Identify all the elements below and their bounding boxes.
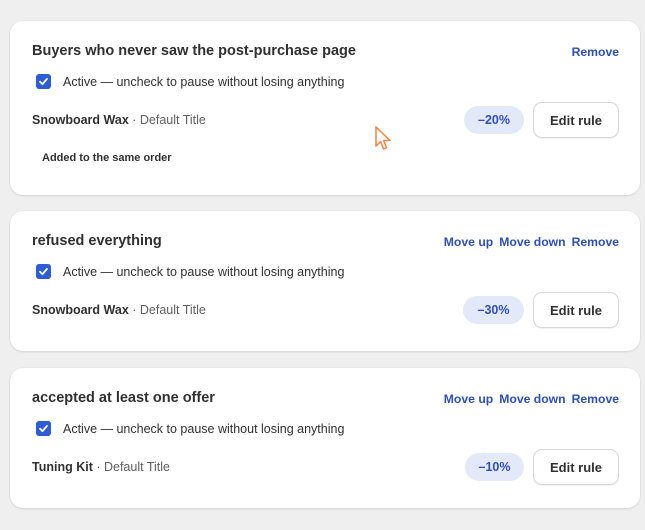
rule-card: refused everything Move up Move down Rem…: [10, 211, 640, 351]
active-checkbox[interactable]: [36, 264, 51, 279]
rule-actions: Move up Move down Remove: [444, 235, 619, 249]
product-info: Tuning Kit · Default Title: [32, 460, 170, 474]
active-toggle-row[interactable]: Active — uncheck to pause without losing…: [36, 421, 344, 436]
active-label: Active — uncheck to pause without losing…: [63, 421, 345, 436]
checkmark-icon: [39, 425, 48, 433]
product-name: Snowboard Wax: [32, 303, 129, 317]
discount-badge: –10%: [465, 453, 524, 481]
move-up-button[interactable]: Move up: [444, 235, 493, 249]
mouse-pointer-icon: [374, 126, 394, 157]
edit-rule-button[interactable]: Edit rule: [533, 449, 619, 485]
product-variant: Default Title: [103, 460, 170, 474]
product-name: Snowboard Wax: [32, 113, 129, 127]
discount-badge: –30%: [463, 296, 524, 324]
remove-button[interactable]: Remove: [572, 392, 619, 406]
added-to-order-note: Added to the same order: [42, 152, 172, 164]
active-toggle-row[interactable]: Active — uncheck to pause without losing…: [36, 264, 344, 279]
rule-title: accepted at least one offer: [32, 390, 215, 406]
product-separator: ·: [92, 460, 104, 474]
move-up-button[interactable]: Move up: [444, 392, 493, 406]
edit-rule-button[interactable]: Edit rule: [533, 102, 619, 138]
edit-rule-button[interactable]: Edit rule: [533, 292, 619, 328]
active-label: Active — uncheck to pause without losing…: [63, 74, 345, 89]
discount-badge: –20%: [464, 106, 524, 134]
rule-card: accepted at least one offer Move up Move…: [10, 368, 640, 508]
product-info: Snowboard Wax · Default Title: [32, 113, 206, 127]
move-down-button[interactable]: Move down: [499, 235, 565, 249]
active-checkbox[interactable]: [36, 421, 51, 436]
active-label: Active — uncheck to pause without losing…: [63, 264, 345, 279]
move-down-button[interactable]: Move down: [499, 392, 565, 406]
checkmark-icon: [39, 78, 48, 86]
rule-actions: Remove: [572, 45, 619, 59]
product-variant: Default Title: [139, 303, 206, 317]
product-info: Snowboard Wax · Default Title: [32, 303, 206, 317]
rule-actions: Move up Move down Remove: [444, 392, 619, 406]
active-checkbox[interactable]: [36, 74, 51, 89]
rule-title: refused everything: [32, 233, 162, 249]
product-separator: ·: [128, 113, 140, 127]
product-separator: ·: [128, 303, 140, 317]
remove-button[interactable]: Remove: [572, 45, 619, 59]
rule-card: Buyers who never saw the post-purchase p…: [10, 21, 640, 195]
active-toggle-row[interactable]: Active — uncheck to pause without losing…: [36, 74, 344, 89]
checkmark-icon: [39, 268, 48, 276]
rule-title: Buyers who never saw the post-purchase p…: [32, 43, 356, 59]
remove-button[interactable]: Remove: [572, 235, 619, 249]
product-variant: Default Title: [139, 113, 206, 127]
product-name: Tuning Kit: [32, 460, 93, 474]
